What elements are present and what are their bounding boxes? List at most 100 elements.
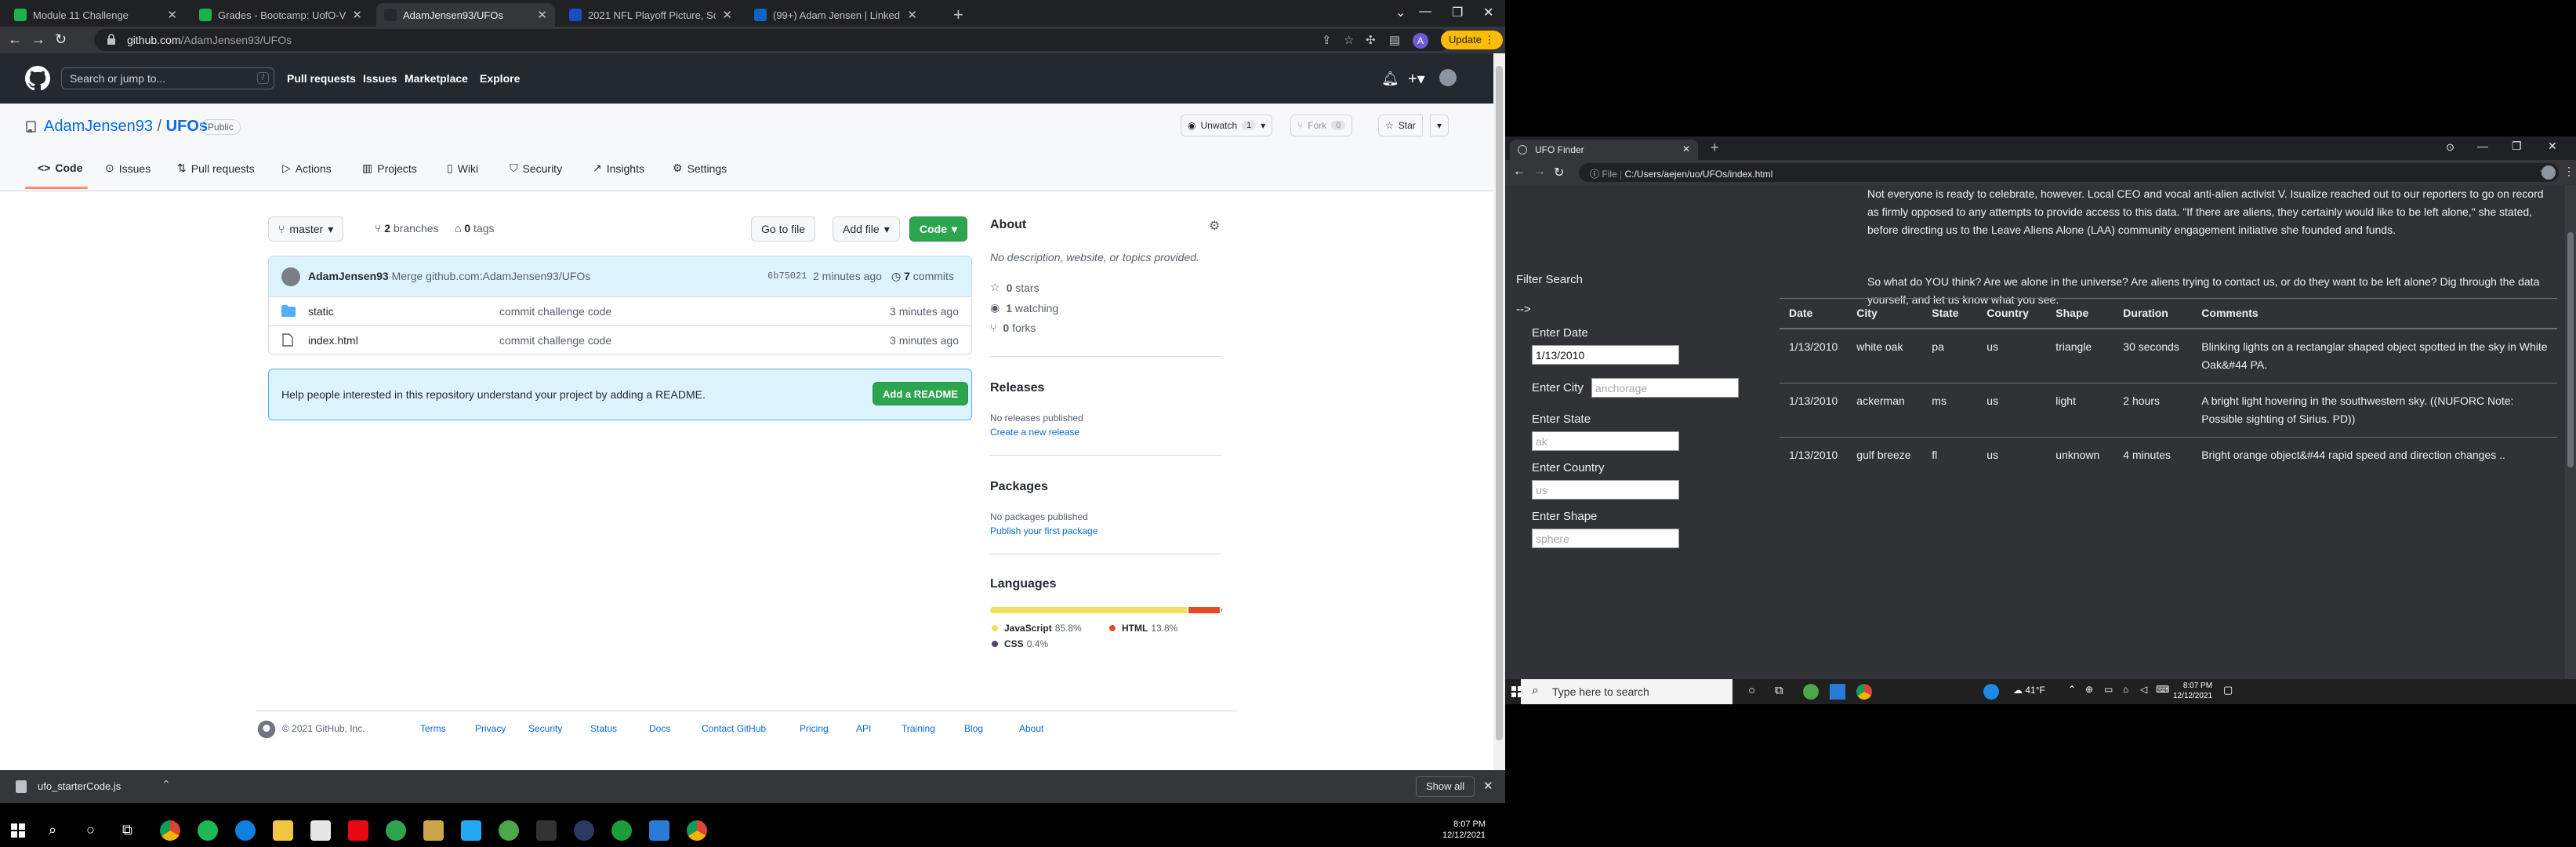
star-list-dropdown[interactable]: ▾: [1430, 115, 1449, 136]
file-name[interactable]: static: [308, 305, 334, 318]
close-tab-icon[interactable]: ✕: [1682, 144, 1690, 154]
footer-link[interactable]: About: [1019, 723, 1043, 734]
back-icon[interactable]: ←: [8, 31, 22, 48]
update-button[interactable]: Update ⋮: [1441, 31, 1503, 49]
footer-link[interactable]: Training: [902, 723, 935, 734]
language-item[interactable]: HTML 13.8%: [1109, 623, 1177, 634]
browser-tab[interactable]: Module 11 Challenge ✕: [6, 3, 185, 27]
browser-tab[interactable]: (99+) Adam Jensen | LinkedIn ✕: [746, 3, 925, 27]
reload-icon[interactable]: ↻: [55, 31, 67, 48]
weather-widget[interactable]: ☁ 41°F: [2013, 685, 2045, 696]
user-avatar[interactable]: [1439, 69, 1457, 86]
notifications-bell-icon[interactable]: 🔔︎: [1381, 71, 1399, 87]
tab-security[interactable]: ⛉ Security: [510, 162, 562, 175]
tags-link[interactable]: ⌂ 0 tags: [455, 222, 495, 234]
extensions-icon[interactable]: ✣: [1366, 33, 1376, 47]
tab-search-icon[interactable]: ⌄: [1395, 5, 1406, 20]
taskbar-clock[interactable]: 8:07 PM 12/12/2021: [2173, 681, 2212, 701]
file-commit-message[interactable]: commit challenge code: [499, 334, 611, 347]
close-downloads-icon[interactable]: ✕: [1483, 779, 1493, 793]
nav-issues[interactable]: Issues: [363, 72, 397, 85]
table-header-cell[interactable]: State: [1922, 298, 1978, 329]
close-window-icon[interactable]: ✕: [2548, 140, 2557, 153]
tab-pull-requests[interactable]: ⇅ Pull requests: [177, 162, 255, 175]
state-input[interactable]: [1532, 431, 1679, 451]
tab-search-icon[interactable]: ⊙: [2446, 141, 2454, 154]
repo-owner-link[interactable]: AdamJensen93: [44, 118, 153, 135]
file-explorer-icon[interactable]: [273, 820, 293, 841]
footer-link[interactable]: Blog: [964, 723, 983, 734]
add-file-button[interactable]: Add file ▾: [833, 216, 900, 242]
footer-link[interactable]: Terms: [420, 723, 446, 734]
commit-author[interactable]: AdamJensen93: [308, 270, 389, 282]
scrollbar-thumb[interactable]: [2567, 232, 2574, 467]
tab-ufo-finder[interactable]: UFO Finder ✕: [1510, 140, 1698, 160]
footer-link[interactable]: Pricing: [800, 723, 829, 734]
footer-link[interactable]: Docs: [649, 723, 670, 734]
footer-link[interactable]: API: [856, 723, 871, 734]
reading-list-icon[interactable]: ▤: [1389, 33, 1400, 47]
terminal-icon[interactable]: [536, 820, 557, 841]
address-bar[interactable]: github.com/AdamJensen93/UFOs ⇪ ☆ ✣ ▤ A: [94, 29, 1450, 51]
info-icon[interactable]: ⓘ: [1590, 169, 1599, 180]
table-header-cell[interactable]: Shape: [2046, 298, 2114, 329]
app-icon[interactable]: [1983, 684, 1999, 700]
browser-tab[interactable]: Grades - Bootcamp: UofO-VIRT- ✕: [191, 3, 370, 27]
browser-tab[interactable]: 2021 NFL Playoff Picture, Scena ✕: [561, 3, 740, 27]
menu-icon[interactable]: ⋮: [2563, 165, 2574, 178]
app-icon[interactable]: [423, 820, 444, 841]
code-dropdown-button[interactable]: Code ▾: [909, 216, 968, 242]
app-icon[interactable]: [611, 820, 632, 841]
close-window-icon[interactable]: ✕: [1483, 5, 1493, 20]
new-tab-button[interactable]: +: [953, 5, 963, 25]
go-to-file-button[interactable]: Go to file: [751, 216, 816, 242]
close-tab-icon[interactable]: ✕: [907, 8, 917, 22]
forks-link[interactable]: ⑂ 0 forks: [990, 322, 1036, 334]
taskbar-clock[interactable]: 8:07 PM 12/12/2021: [1442, 819, 1486, 841]
publish-package-link[interactable]: Publish your first package: [990, 525, 1098, 536]
star-button[interactable]: ☆ Star: [1378, 115, 1423, 136]
profile-avatar[interactable]: A: [1413, 33, 1428, 49]
tab-settings[interactable]: ⚙ Settings: [673, 162, 727, 175]
battery-icon[interactable]: ▭: [2104, 684, 2113, 695]
footer-link[interactable]: Contact GitHub: [702, 723, 766, 734]
close-tab-icon[interactable]: ✕: [352, 8, 362, 22]
chrome-icon[interactable]: [1856, 684, 1872, 700]
unwatch-button[interactable]: ◉ Unwatch 1 ▾: [1181, 115, 1273, 136]
restore-icon[interactable]: ❐: [1452, 5, 1463, 20]
notification-icon[interactable]: ▢: [2223, 684, 2233, 696]
branches-link[interactable]: ⑂ 2 branches: [375, 222, 439, 234]
task-view-icon[interactable]: ⧉: [122, 822, 132, 838]
footer-link[interactable]: Security: [528, 723, 562, 734]
create-new-icon[interactable]: +▾: [1408, 69, 1425, 89]
table-header-cell[interactable]: Duration: [2113, 298, 2193, 329]
releases-heading[interactable]: Releases: [990, 381, 1044, 395]
footer-link[interactable]: Status: [590, 723, 617, 734]
back-icon[interactable]: ←: [1513, 165, 1526, 179]
close-tab-icon[interactable]: ✕: [167, 8, 177, 22]
commit-sha[interactable]: 6b75021: [767, 271, 807, 282]
netflix-icon[interactable]: [348, 820, 368, 841]
nav-explore[interactable]: Explore: [480, 72, 520, 85]
fork-button[interactable]: ⑂ Fork 0: [1290, 115, 1353, 136]
file-commit-message[interactable]: commit challenge code: [499, 305, 611, 318]
tab-insights[interactable]: ↗ Insights: [593, 162, 644, 175]
cortana-icon[interactable]: ○: [86, 822, 95, 838]
city-input[interactable]: [1591, 378, 1739, 398]
download-chevron-up-icon[interactable]: ⌃: [161, 778, 171, 791]
download-file-name[interactable]: ufo_starterCode.js: [38, 780, 121, 792]
language-item[interactable]: JavaScript 85.8%: [992, 623, 1082, 634]
chrome-active-icon[interactable]: [687, 820, 707, 841]
address-bar[interactable]: ⓘ File | C:/Users/aejen/uo/UFOs/index.ht…: [1579, 163, 2559, 182]
share-icon[interactable]: ⇪: [1322, 33, 1332, 47]
shape-input[interactable]: [1532, 529, 1679, 548]
app-icon[interactable]: [1803, 684, 1819, 700]
browser-tab[interactable]: AdamJensen93/UFOs ✕: [376, 3, 555, 27]
page-scrollbar[interactable]: [1493, 53, 1505, 770]
store-icon[interactable]: [310, 820, 331, 841]
photos-icon[interactable]: [649, 820, 669, 841]
tab-actions[interactable]: ▷ Actions: [282, 162, 332, 175]
footer-link[interactable]: Privacy: [475, 723, 506, 734]
create-release-link[interactable]: Create a new release: [990, 427, 1079, 438]
edge-icon[interactable]: [235, 820, 256, 841]
